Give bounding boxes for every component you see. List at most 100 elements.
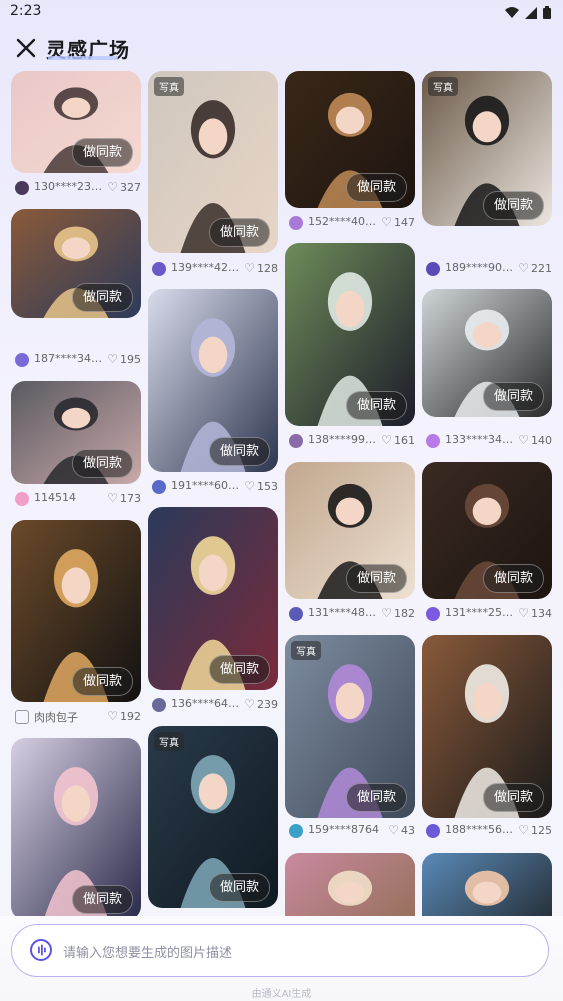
card-meta: 139****42… ♡ 128 [152, 260, 278, 278]
like-value: 195 [120, 353, 141, 366]
like-count[interactable]: ♡ 221 [518, 261, 552, 275]
like-count[interactable]: ♡ 327 [107, 180, 141, 194]
like-value: 134 [531, 607, 552, 620]
make-same-button[interactable]: 做同款 [71, 667, 133, 696]
avatar[interactable] [15, 181, 29, 195]
card-meta: 152****40… ♡ 147 [289, 214, 415, 232]
heart-icon[interactable]: ♡ [107, 180, 118, 194]
like-count[interactable]: ♡ 153 [244, 479, 278, 493]
make-same-button[interactable]: 做同款 [345, 173, 407, 202]
heart-icon[interactable]: ♡ [518, 261, 529, 275]
make-same-button[interactable]: 做同款 [208, 655, 270, 684]
heart-icon[interactable]: ♡ [381, 215, 392, 229]
make-same-button[interactable]: 做同款 [208, 218, 270, 247]
like-count[interactable]: ♡ 125 [518, 823, 552, 837]
username: 肉肉包子 [34, 711, 78, 724]
heart-icon[interactable]: ♡ [388, 823, 399, 837]
like-value: 161 [394, 434, 415, 447]
make-same-button[interactable]: 做同款 [71, 138, 133, 167]
make-same-button[interactable]: 做同款 [71, 449, 133, 478]
username: 131****25… [445, 606, 513, 619]
make-same-button[interactable]: 做同款 [482, 191, 544, 220]
username: 130****23… [34, 180, 102, 193]
photo-tag: 写真 [428, 77, 458, 96]
card-image[interactable] [422, 853, 552, 918]
heart-icon[interactable]: ♡ [518, 433, 529, 447]
like-value: 153 [257, 480, 278, 493]
username: 138****99… [308, 433, 376, 446]
card-meta: 131****48… ♡ 182 [289, 605, 415, 623]
avatar[interactable] [289, 824, 303, 838]
card-image[interactable] [285, 853, 415, 918]
heart-icon[interactable]: ♡ [107, 491, 118, 505]
header: 灵感广场 [0, 28, 563, 68]
close-icon[interactable] [14, 36, 38, 60]
username: 114514 [34, 491, 76, 504]
card-meta: 114514 ♡ 173 [15, 490, 141, 508]
avatar[interactable] [152, 262, 166, 276]
footer-note: 由通义AI生成 [251, 989, 312, 1000]
make-same-button[interactable]: 做同款 [71, 283, 133, 312]
heart-icon[interactable]: ♡ [518, 606, 529, 620]
avatar[interactable] [152, 480, 166, 494]
username: 152****40… [308, 215, 376, 228]
prompt-input[interactable]: 请输入您想要生成的图片描述 [11, 924, 549, 977]
avatar[interactable] [426, 607, 440, 621]
username: 133****34… [445, 433, 513, 446]
make-same-button[interactable]: 做同款 [208, 873, 270, 902]
username: 189****90… [445, 261, 513, 274]
like-value: 221 [531, 262, 552, 275]
heart-icon[interactable]: ♡ [244, 479, 255, 493]
like-count[interactable]: ♡ 239 [244, 697, 278, 711]
username: 139****42… [171, 261, 239, 274]
make-same-button[interactable]: 做同款 [482, 783, 544, 812]
avatar[interactable] [15, 353, 29, 367]
heart-icon[interactable]: ♡ [381, 433, 392, 447]
make-same-button[interactable]: 做同款 [482, 564, 544, 593]
like-count[interactable]: ♡ 173 [107, 491, 141, 505]
like-value: 43 [401, 824, 415, 837]
like-count[interactable]: ♡ 147 [381, 215, 415, 229]
like-count[interactable]: ♡ 43 [388, 823, 415, 837]
avatar[interactable] [426, 434, 440, 448]
make-same-button[interactable]: 做同款 [345, 783, 407, 812]
voice-input-icon[interactable] [30, 939, 52, 961]
avatar-icon [15, 710, 29, 724]
card-meta: 130****23… ♡ 327 [15, 179, 141, 197]
make-same-button[interactable]: 做同款 [208, 437, 270, 466]
like-value: 239 [257, 698, 278, 711]
avatar[interactable] [15, 492, 29, 506]
like-count[interactable]: ♡ 195 [107, 352, 141, 366]
avatar[interactable] [426, 262, 440, 276]
like-value: 125 [531, 824, 552, 837]
like-count[interactable]: ♡ 134 [518, 606, 552, 620]
like-count[interactable]: ♡ 161 [381, 433, 415, 447]
make-same-button[interactable]: 做同款 [71, 885, 133, 914]
avatar[interactable] [289, 216, 303, 230]
heart-icon[interactable]: ♡ [244, 697, 255, 711]
heart-icon[interactable]: ♡ [107, 709, 118, 723]
photo-tag: 写真 [154, 77, 184, 96]
prompt-placeholder: 请输入您想要生成的图片描述 [63, 946, 233, 961]
heart-icon[interactable]: ♡ [381, 606, 392, 620]
make-same-button[interactable]: 做同款 [345, 564, 407, 593]
like-value: 173 [120, 492, 141, 505]
like-count[interactable]: ♡ 140 [518, 433, 552, 447]
username: 187****34… [34, 352, 102, 365]
photo-tag: 写真 [154, 732, 184, 751]
avatar[interactable] [289, 434, 303, 448]
like-count[interactable]: ♡ 128 [244, 261, 278, 275]
heart-icon[interactable]: ♡ [107, 352, 118, 366]
make-same-button[interactable]: 做同款 [482, 382, 544, 411]
avatar[interactable] [426, 824, 440, 838]
like-count[interactable]: ♡ 192 [107, 709, 141, 723]
heart-icon[interactable]: ♡ [518, 823, 529, 837]
like-count[interactable]: ♡ 182 [381, 606, 415, 620]
card-meta: 133****34… ♡ 140 [426, 432, 552, 450]
make-same-button[interactable]: 做同款 [345, 391, 407, 420]
heart-icon[interactable]: ♡ [244, 261, 255, 275]
inspiration-feed[interactable]: 做同款 130****23… ♡ 327 写真 做同款 139****42… ♡ 128 做同款 1… [0, 0, 563, 918]
avatar[interactable] [152, 698, 166, 712]
avatar[interactable] [289, 607, 303, 621]
card-meta: 189****90… ♡ 221 [426, 260, 552, 278]
